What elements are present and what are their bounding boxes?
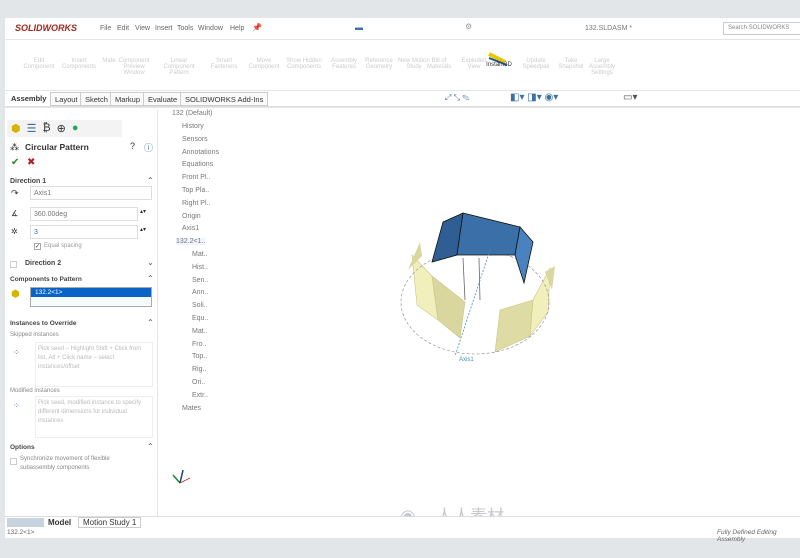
tab-model[interactable]: Model	[48, 518, 71, 527]
status-bar: 132.2<1> Fully Defined Editing Assembly	[5, 528, 800, 543]
bottom-tabs: Model Motion Study 1	[5, 516, 800, 528]
scroll-arrows[interactable]	[7, 518, 44, 527]
triad-icon	[172, 469, 191, 484]
status-selection: 132.2<1>	[7, 529, 35, 536]
axis-label: Axis1	[459, 357, 474, 363]
tab-motion-study[interactable]: Motion Study 1	[78, 517, 142, 528]
seed-component[interactable]	[431, 212, 534, 285]
status-state: Fully Defined Editing Assembly	[717, 529, 777, 543]
model-view: Axis1 ◉ 人人素材	[172, 212, 555, 527]
